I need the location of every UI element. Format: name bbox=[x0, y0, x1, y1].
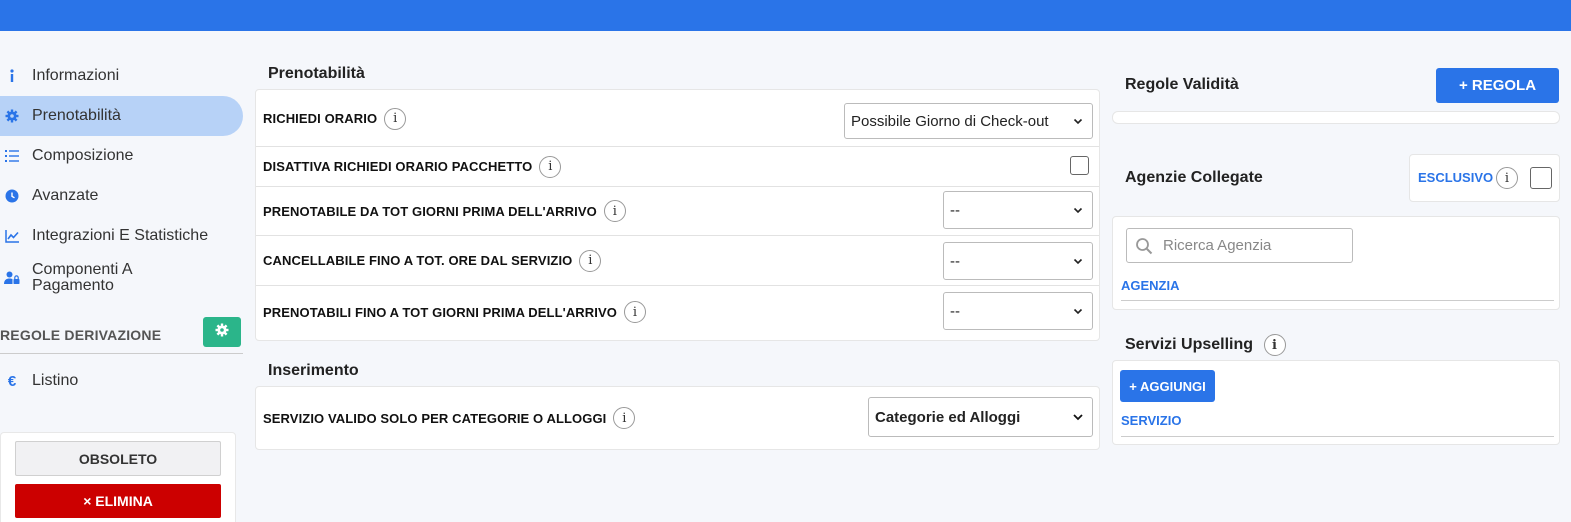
select-value: -- bbox=[950, 302, 960, 320]
regole-list bbox=[1112, 111, 1560, 124]
select-value: Categorie ed Alloggi bbox=[875, 408, 1021, 426]
search-agenzia-input[interactable]: Ricerca Agenzia bbox=[1126, 228, 1353, 263]
chart-line-icon bbox=[4, 228, 20, 244]
info-icon[interactable]: i bbox=[1496, 167, 1518, 189]
obsoleto-button[interactable]: OBSOLETO bbox=[15, 441, 221, 476]
prenotabile-da-label: PRENOTABILE DA TOT GIORNI PRIMA DELL'ARR… bbox=[263, 203, 597, 219]
agenzie-collegate-title: Agenzie Collegate bbox=[1125, 169, 1263, 186]
row-cancellabile: CANCELLABILE FINO A TOT. ORE DAL SERVIZI… bbox=[256, 236, 1099, 285]
add-regola-button[interactable]: + REGOLA bbox=[1436, 68, 1559, 103]
servizio-valido-label: SERVIZIO VALIDO SOLO PER CATEGORIE O ALL… bbox=[263, 410, 607, 426]
search-icon bbox=[1136, 238, 1153, 255]
sidebar-nav: Informazioni Prenotabilità Composizione … bbox=[0, 56, 243, 300]
info-icon[interactable]: i bbox=[623, 301, 646, 323]
sidebar-item-label: Avanzate bbox=[32, 187, 99, 204]
servizio-column-header[interactable]: SERVIZIO bbox=[1121, 413, 1181, 428]
sidebar-item-label: Componenti A Pagamento bbox=[32, 261, 132, 294]
esclusivo-label: ESCLUSIVO bbox=[1418, 170, 1494, 185]
servizio-valido-select[interactable]: Categorie ed Alloggi bbox=[868, 397, 1093, 437]
richiedi-orario-select[interactable]: Possibile Giorno di Check-out bbox=[844, 103, 1093, 139]
list-icon bbox=[4, 148, 20, 164]
select-value: Possibile Giorno di Check-out bbox=[851, 112, 1049, 130]
sidebar-item-label: Composizione bbox=[32, 147, 134, 164]
prenotabile-da-select[interactable]: -- bbox=[943, 191, 1093, 229]
info-icon[interactable]: i bbox=[579, 249, 602, 272]
row-prenotabile-da: PRENOTABILE DA TOT GIORNI PRIMA DELL'ARR… bbox=[256, 187, 1099, 235]
action-box: OBSOLETO × ELIMINA bbox=[0, 432, 236, 522]
disattiva-richiedi-checkbox[interactable] bbox=[1070, 156, 1089, 175]
chevron-down-icon bbox=[1073, 258, 1083, 265]
gear-icon bbox=[215, 323, 229, 342]
esclusivo-box: ESCLUSIVO i bbox=[1409, 154, 1560, 202]
cancellabile-label: CANCELLABILE FINO A TOT. ORE DAL SERVIZI… bbox=[263, 253, 573, 268]
select-value: -- bbox=[950, 252, 960, 270]
chevron-down-icon bbox=[1073, 118, 1083, 125]
cancellabile-select[interactable]: -- bbox=[943, 242, 1093, 280]
sidebar-item-label: Integrazioni E Statistiche bbox=[32, 227, 209, 244]
richiedi-orario-label: RICHIEDI ORARIO bbox=[263, 111, 378, 126]
search-placeholder: Ricerca Agenzia bbox=[1163, 237, 1272, 254]
prenotabili-fino-label: PRENOTABILI FINO A TOT GIORNI PRIMA DELL… bbox=[263, 304, 617, 320]
info-icon[interactable]: i bbox=[384, 107, 407, 130]
sidebar-item-informazioni[interactable]: Informazioni bbox=[0, 56, 243, 96]
sidebar-item-avanzate[interactable]: Avanzate bbox=[0, 176, 243, 216]
elimina-button[interactable]: × ELIMINA bbox=[15, 484, 221, 518]
chevron-down-icon bbox=[1073, 207, 1083, 214]
sidebar-item-integrazioni[interactable]: Integrazioni E Statistiche bbox=[0, 216, 243, 256]
servizi-upselling-title: Servizi Upselling i bbox=[1125, 334, 1286, 356]
sidebar-item-label: Informazioni bbox=[32, 67, 120, 84]
aggiungi-button[interactable]: + AGGIUNGI bbox=[1120, 370, 1215, 402]
esclusivo-checkbox[interactable] bbox=[1530, 167, 1552, 189]
inserimento-title: Inserimento bbox=[268, 362, 359, 379]
info-icon bbox=[4, 68, 20, 84]
row-prenotabili-fino: PRENOTABILI FINO A TOT GIORNI PRIMA DELL… bbox=[256, 286, 1099, 338]
sidebar-item-componenti[interactable]: Componenti A Pagamento bbox=[0, 256, 243, 300]
regole-validita-title: Regole Validità bbox=[1125, 76, 1239, 93]
agenzia-column-header[interactable]: AGENZIA bbox=[1121, 278, 1180, 293]
sidebar-item-label: Prenotabilità bbox=[32, 107, 121, 124]
row-servizio-valido: SERVIZIO VALIDO SOLO PER CATEGORIE O ALL… bbox=[256, 387, 1099, 449]
sidebar-item-label: Listino bbox=[32, 372, 79, 389]
derivation-settings-button[interactable] bbox=[203, 317, 241, 347]
chevron-down-icon bbox=[1073, 414, 1083, 421]
select-value: -- bbox=[950, 201, 960, 219]
divider bbox=[1121, 436, 1554, 437]
prenotabilita-title: Prenotabilità bbox=[268, 65, 365, 82]
gear-icon bbox=[4, 108, 20, 124]
prenotabilita-card: RICHIEDI ORARIO i Possibile Giorno di Ch… bbox=[255, 89, 1100, 341]
regole-derivazione-label: REGOLE DERIVAZIONE bbox=[0, 326, 162, 343]
info-icon[interactable]: i bbox=[1263, 334, 1286, 356]
chevron-down-icon bbox=[1073, 308, 1083, 315]
listino-section: € Listino bbox=[0, 361, 243, 401]
sidebar-item-composizione[interactable]: Composizione bbox=[0, 136, 243, 176]
user-lock-icon bbox=[4, 270, 20, 286]
sidebar-item-prenotabilita[interactable]: Prenotabilità bbox=[0, 96, 243, 136]
prenotabili-fino-select[interactable]: -- bbox=[943, 292, 1093, 330]
inserimento-card: SERVIZIO VALIDO SOLO PER CATEGORIE O ALL… bbox=[255, 386, 1100, 450]
sidebar-item-listino[interactable]: € Listino bbox=[0, 361, 243, 401]
divider bbox=[1121, 300, 1554, 301]
clock-icon bbox=[4, 188, 20, 204]
info-icon[interactable]: i bbox=[603, 200, 626, 222]
top-bar bbox=[0, 0, 1571, 31]
info-icon[interactable]: i bbox=[539, 155, 562, 178]
disattiva-richiedi-label: DISATTIVA RICHIEDI ORARIO PACCHETTO bbox=[263, 159, 533, 174]
row-disattiva-richiedi: DISATTIVA RICHIEDI ORARIO PACCHETTO i bbox=[256, 147, 1099, 186]
info-icon[interactable]: i bbox=[613, 407, 636, 429]
regole-derivazione-header: REGOLE DERIVAZIONE bbox=[0, 316, 243, 354]
euro-icon: € bbox=[7, 372, 17, 390]
servizi-upselling-label: Servizi Upselling bbox=[1125, 336, 1254, 354]
row-richiedi-orario: RICHIEDI ORARIO i Possibile Giorno di Ch… bbox=[256, 90, 1099, 147]
